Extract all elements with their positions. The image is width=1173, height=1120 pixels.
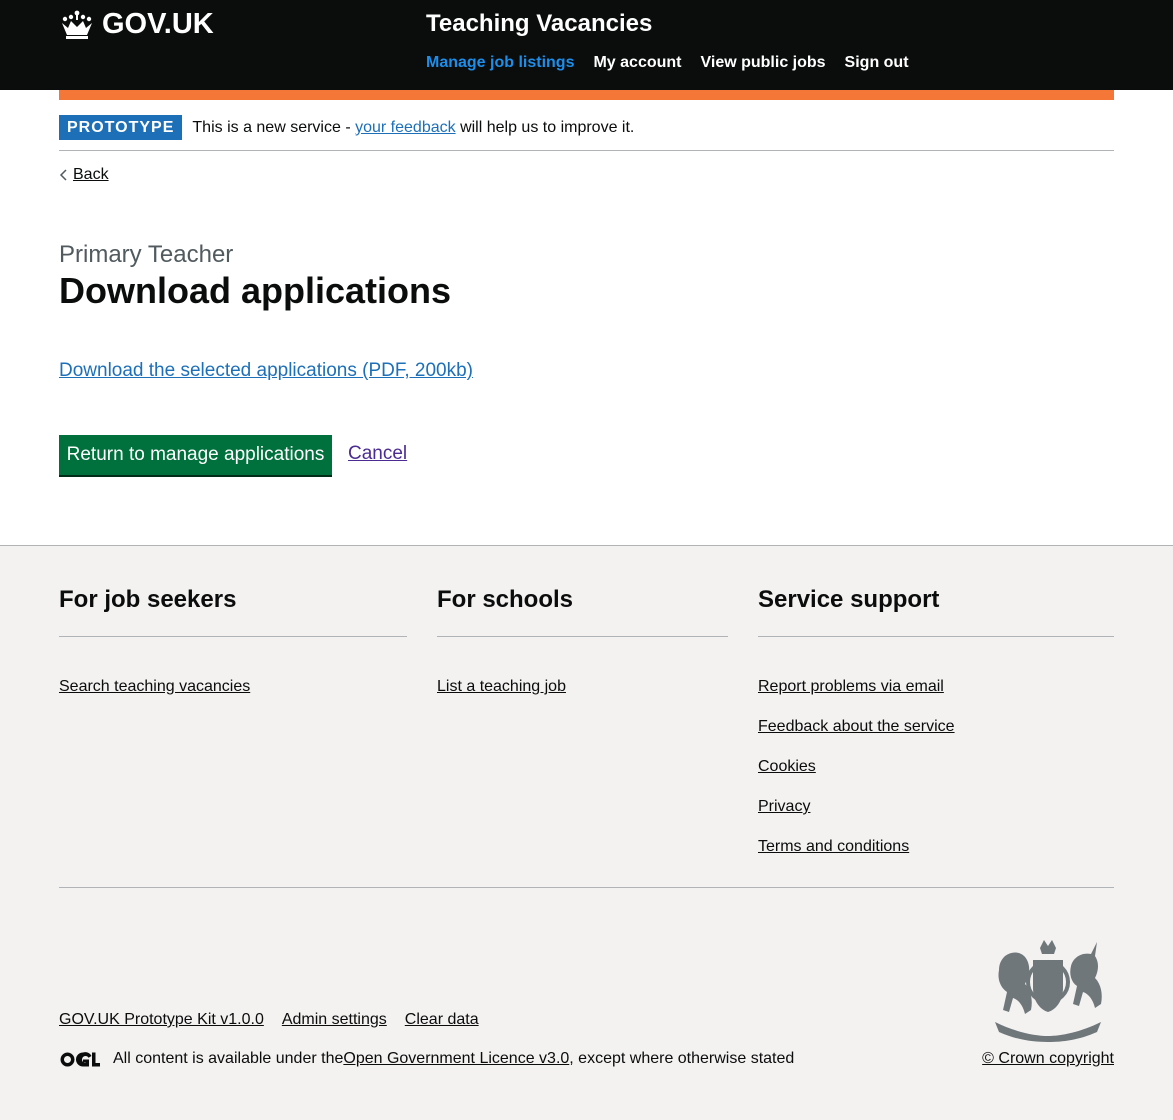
list-item: Search teaching vacancies bbox=[59, 678, 250, 718]
licence-text-after: , except where otherwise stated bbox=[569, 1050, 795, 1067]
ogl-logo-icon bbox=[60, 1051, 100, 1066]
nav-manage-job-listings[interactable]: Manage job listings bbox=[426, 54, 574, 72]
nav-my-account[interactable]: My account bbox=[593, 54, 681, 72]
download-applications-link[interactable]: Download the selected applications (PDF,… bbox=[59, 360, 473, 382]
footer-heading-schools: For schools bbox=[437, 586, 574, 613]
phase-text-before: This is a new service - bbox=[192, 119, 356, 136]
crown-icon bbox=[62, 10, 92, 39]
footer-link-admin-settings[interactable]: Admin settings bbox=[282, 1011, 387, 1029]
footer-heading-job-seekers: For job seekers bbox=[59, 586, 237, 613]
footer-list-schools: List a teaching job bbox=[437, 678, 566, 718]
nav-sign-out[interactable]: Sign out bbox=[845, 54, 909, 72]
header-navigation: Manage job listings My account View publ… bbox=[426, 54, 928, 72]
footer-link-report-problems[interactable]: Report problems via email bbox=[758, 678, 944, 695]
phase-tag: PROTOTYPE bbox=[59, 115, 183, 140]
footer-divider bbox=[59, 636, 407, 637]
site-footer: For job seekers Search teaching vacancie… bbox=[0, 545, 1173, 1120]
footer-divider bbox=[437, 636, 728, 637]
phase-banner: PROTOTYPE This is a new service - your f… bbox=[59, 115, 1114, 151]
return-to-manage-applications-button[interactable]: Return to manage applications bbox=[59, 435, 332, 475]
chevron-left-icon bbox=[59, 169, 67, 181]
site-header: GOV.UK Teaching Vacancies Manage job lis… bbox=[0, 0, 1173, 90]
header-accent-bar bbox=[59, 90, 1114, 100]
logo-text: GOV.UK bbox=[102, 8, 214, 40]
footer-link-prototype-kit[interactable]: GOV.UK Prototype Kit v1.0.0 bbox=[59, 1011, 264, 1029]
phase-text: This is a new service - your feedback wi… bbox=[192, 119, 634, 137]
royal-coat-of-arms-icon bbox=[995, 940, 1102, 1042]
back-link-container: Back bbox=[59, 166, 109, 184]
crown-copyright-link[interactable]: © Crown copyright bbox=[982, 1050, 1114, 1067]
list-item: List a teaching job bbox=[437, 678, 566, 718]
govuk-logo-link[interactable]: GOV.UK bbox=[59, 8, 214, 41]
list-item: Privacy bbox=[758, 798, 955, 838]
list-item: Feedback about the service bbox=[758, 718, 955, 758]
footer-licence: All content is available under the Open … bbox=[59, 1050, 794, 1068]
footer-list-service-support: Report problems via email Feedback about… bbox=[758, 678, 955, 878]
open-government-licence-link[interactable]: Open Government Licence v3.0 bbox=[343, 1050, 569, 1068]
crown-copyright: © Crown copyright bbox=[982, 1050, 1114, 1068]
footer-list-job-seekers: Search teaching vacancies bbox=[59, 678, 250, 718]
service-name[interactable]: Teaching Vacancies bbox=[426, 10, 652, 38]
cancel-link[interactable]: Cancel bbox=[348, 443, 407, 465]
footer-link-feedback[interactable]: Feedback about the service bbox=[758, 718, 955, 735]
footer-divider bbox=[758, 636, 1114, 637]
licence-text-before: All content is available under the bbox=[113, 1050, 344, 1067]
list-item: Terms and conditions bbox=[758, 838, 955, 878]
back-link[interactable]: Back bbox=[73, 166, 109, 184]
footer-heading-service-support: Service support bbox=[758, 586, 940, 613]
list-item: Report problems via email bbox=[758, 678, 955, 718]
page-title: Download applications bbox=[59, 270, 452, 311]
feedback-link[interactable]: your feedback bbox=[355, 119, 456, 136]
page-caption: Primary Teacher bbox=[59, 241, 234, 268]
footer-link-terms[interactable]: Terms and conditions bbox=[758, 838, 909, 855]
phase-text-after: will help us to improve it. bbox=[455, 119, 635, 136]
footer-link-list-a-teaching-job[interactable]: List a teaching job bbox=[437, 678, 566, 695]
footer-section-divider bbox=[59, 887, 1114, 888]
footer-link-clear-data[interactable]: Clear data bbox=[405, 1011, 479, 1029]
footer-link-cookies[interactable]: Cookies bbox=[758, 758, 816, 775]
nav-view-public-jobs[interactable]: View public jobs bbox=[700, 54, 825, 72]
footer-link-privacy[interactable]: Privacy bbox=[758, 798, 810, 815]
footer-link-search-teaching-vacancies[interactable]: Search teaching vacancies bbox=[59, 678, 250, 695]
list-item: Cookies bbox=[758, 758, 955, 798]
footer-meta-links: GOV.UK Prototype Kit v1.0.0 Admin settin… bbox=[59, 1011, 497, 1029]
